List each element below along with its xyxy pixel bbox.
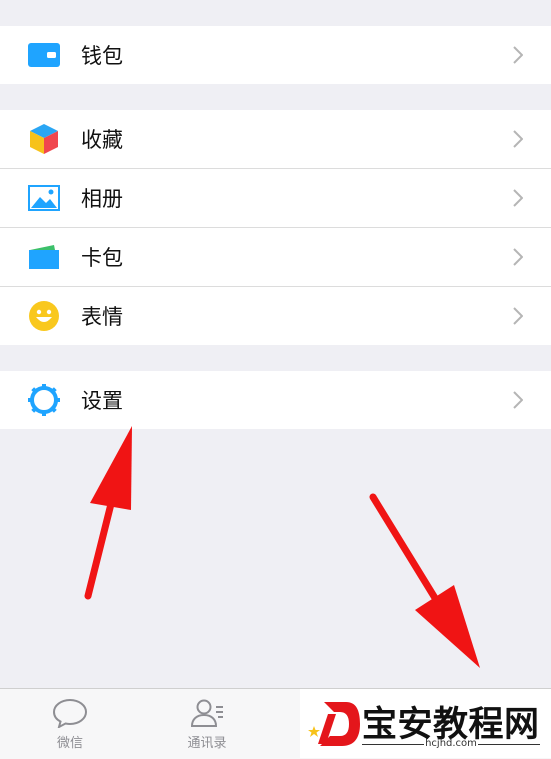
watermark: 宝安教程网 hcjhd.com (300, 689, 551, 758)
wallet-label: 钱包 (81, 44, 123, 68)
card-icon (28, 241, 60, 273)
menu-item-settings[interactable]: 设置 (0, 371, 551, 429)
settings-label: 设置 (81, 389, 123, 413)
settings-group: 设置 (0, 371, 551, 429)
contacts-icon (188, 698, 226, 728)
chevron-right-icon (511, 130, 525, 148)
features-group: 收藏 相册 卡包 表情 (0, 110, 551, 345)
chevron-right-icon (511, 189, 525, 207)
chevron-right-icon (511, 307, 525, 325)
tab-contacts-label: 通讯录 (187, 735, 227, 751)
tab-contacts[interactable]: 通讯录 (163, 689, 251, 759)
smiley-icon (28, 300, 60, 332)
gear-icon (28, 384, 60, 416)
me-screen: 钱包 收藏 相册 卡包 表情 设置 微信 通讯录 宝安教程网 hcjhd.com (0, 0, 551, 759)
picture-icon (28, 182, 60, 214)
arrow-to-corner (369, 493, 480, 668)
tab-chats[interactable]: 微信 (26, 689, 114, 759)
favorites-label: 收藏 (81, 128, 123, 152)
arrow-to-settings (84, 426, 132, 600)
chevron-right-icon (511, 248, 525, 266)
menu-item-wallet[interactable]: 钱包 (0, 26, 551, 84)
menu-item-album[interactable]: 相册 (0, 168, 551, 227)
cards-label: 卡包 (81, 246, 123, 270)
menu-item-favorites[interactable]: 收藏 (0, 110, 551, 168)
cube-icon (28, 123, 60, 155)
album-label: 相册 (81, 187, 123, 211)
watermark-logo (308, 702, 360, 746)
chevron-right-icon (511, 391, 525, 409)
wallet-group: 钱包 (0, 26, 551, 84)
tab-chats-label: 微信 (56, 735, 83, 751)
wallet-icon (28, 39, 60, 71)
chat-bubble-icon (51, 698, 89, 728)
stickers-label: 表情 (81, 305, 123, 329)
chevron-right-icon (511, 46, 525, 64)
menu-item-cards[interactable]: 卡包 (0, 227, 551, 286)
menu-item-stickers[interactable]: 表情 (0, 286, 551, 345)
watermark-line-right (478, 744, 540, 745)
